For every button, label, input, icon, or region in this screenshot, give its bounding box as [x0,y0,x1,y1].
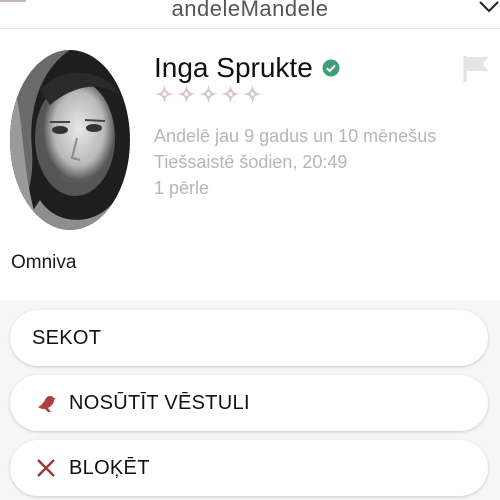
more-options-icon[interactable] [478,0,500,14]
app-logo[interactable]: andeleMandele [0,0,500,22]
bird-icon [35,392,57,414]
report-flag-icon[interactable] [462,55,490,83]
block-button[interactable]: BLOĶĒT [10,440,488,496]
company-name: Omniva [11,252,77,273]
send-message-label: NOSŪTĪT VĒSTULI [69,391,250,414]
follow-button-label: SEKOT [32,326,102,349]
last-online-text: Tiešsaistē šodien, 20:49 [154,152,348,172]
pearls-count: 1 pērle [154,178,210,198]
block-label: BLOĶĒT [69,456,150,479]
rating-star-icon [242,84,263,104]
member-since-text: Andelē jau 9 gadus un 10 mēnešus [154,126,437,146]
rating-star-icon [198,84,219,104]
rating-stars [154,83,263,105]
close-icon [35,457,57,479]
verified-badge-icon [322,59,340,77]
rating-star-icon [154,84,175,104]
avatar[interactable] [10,50,130,230]
name-row: Inga Sprukte [154,51,340,85]
user-name: Inga Sprukte [154,52,313,83]
rating-star-icon [176,84,197,104]
send-message-button[interactable]: NOSŪTĪT VĒSTULI [10,375,488,431]
profile-card: Inga Sprukte Andelē jau 9 gadus un 10 mē… [0,29,500,300]
top-bar: andeleMandele [0,0,500,29]
rating-star-icon [220,84,241,104]
follow-button[interactable]: SEKOT [10,310,488,366]
